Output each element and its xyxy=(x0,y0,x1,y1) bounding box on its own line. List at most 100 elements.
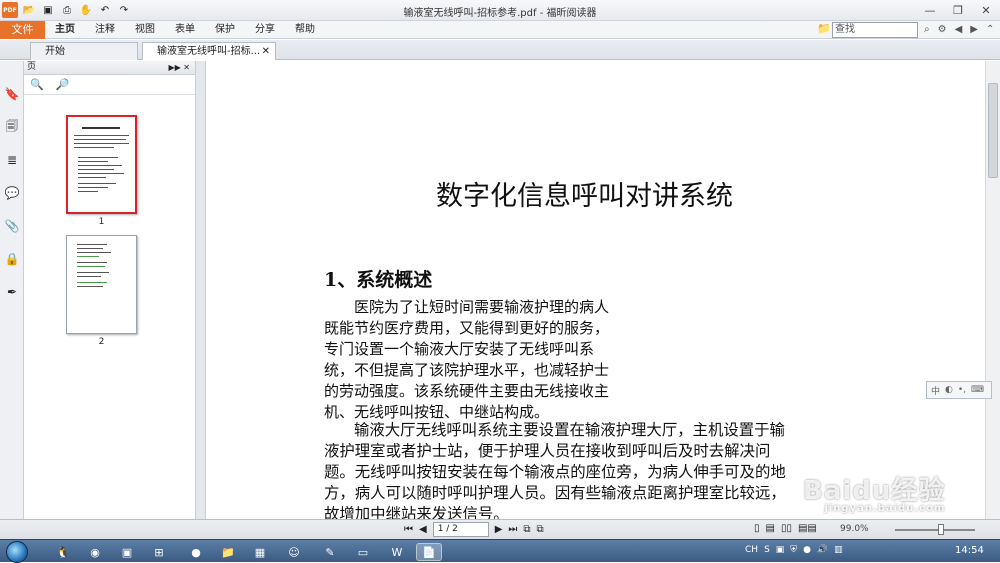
watermark-text: Baidu经验 xyxy=(803,476,946,506)
comments-icon[interactable]: 💬 xyxy=(4,185,20,201)
floating-toolbar: 中 ◐ •, ⌨ xyxy=(926,381,992,399)
signature-icon[interactable]: ✒ xyxy=(4,284,20,300)
explorer-icon[interactable]: 📁 xyxy=(215,543,241,561)
search-input[interactable]: 查找 xyxy=(832,22,918,38)
para2-line: 输液大厅无线呼叫系统主要设置在输液护理大厅，主机设置于输 xyxy=(354,421,785,439)
tab-close-icon[interactable]: ✕ xyxy=(262,43,270,60)
two-page-continuous-icon[interactable]: ▤▤ xyxy=(798,523,817,534)
ime-tray-icon[interactable]: S xyxy=(764,545,770,555)
foxit-taskbar-icon[interactable]: 📄 xyxy=(416,543,442,561)
browser-icon[interactable]: ◉ xyxy=(82,543,108,561)
tray-icon[interactable]: ● xyxy=(803,545,811,555)
baidu-watermark: Baidu经验 jingyan.baidu.com xyxy=(803,470,945,514)
window-title: 输液室无线呼叫-招标参考.pdf - 福昕阅读器 xyxy=(403,8,597,19)
foxit-reader-window: PDF 📂 ▣ ⎙ ✋ ↶ ↷ 输液室无线呼叫-招标参考.pdf - 福昕阅读器… xyxy=(0,0,1000,563)
page-thumbnail-panel: 页 ▶▶ ✕ 🔍 🔎 1 2 xyxy=(24,61,196,519)
previous-view-icon[interactable]: ⧉ xyxy=(523,524,530,535)
para2-line: 方，病人可以随时呼叫护理人员。因有些输液点距离护理室比较远， xyxy=(324,484,786,502)
qq-icon[interactable]: 🐧 xyxy=(50,543,76,561)
shrink-thumbnail-icon[interactable]: 🔎 xyxy=(56,78,70,91)
avatar-app-icon[interactable]: ☺ xyxy=(281,543,307,561)
menu-share[interactable]: 分享 xyxy=(245,21,285,39)
panel-title: 页 xyxy=(27,62,37,72)
enlarge-thumbnail-icon[interactable]: 🔍 xyxy=(30,78,44,91)
file-tab[interactable]: 文件 xyxy=(0,20,45,39)
menu-protect[interactable]: 保护 xyxy=(205,21,245,39)
media-icon[interactable]: ● xyxy=(183,543,209,561)
image-viewer-icon[interactable]: ▦ xyxy=(247,543,273,561)
navigation-icon-bar: 🔖 🗐 ≣ 💬 📎 🔒 ✒ xyxy=(0,61,24,519)
panel-collapse-icon[interactable]: ▶▶ ✕ xyxy=(168,61,190,74)
document-title: 数字化信息呼叫对讲系统 xyxy=(436,181,733,212)
close-icon[interactable]: ✕ xyxy=(972,0,1000,20)
zoom-level[interactable]: 99.0% xyxy=(840,524,869,534)
document-view: 数字化信息呼叫对讲系统 1、系统概述 医院为了让短时间需要输液护理的病人 既能节… xyxy=(206,61,985,523)
para1-line: 的劳动强度。该系统硬件主要由无线接收主 xyxy=(324,382,610,400)
attachment-icon[interactable]: 📎 xyxy=(4,218,20,234)
settings-gear-icon[interactable]: ⚙ xyxy=(938,21,947,39)
app-icon-green[interactable]: ▣ xyxy=(114,543,140,561)
layers-icon[interactable]: ≣ xyxy=(4,152,20,168)
paint-icon[interactable]: ✎ xyxy=(317,543,343,561)
start-button[interactable] xyxy=(6,541,28,563)
shield-icon[interactable]: ⛨ xyxy=(790,545,797,555)
scrollbar-thumb[interactable] xyxy=(988,83,998,178)
menu-help[interactable]: 帮助 xyxy=(285,21,325,39)
forward-icon[interactable]: ▶ xyxy=(970,21,978,39)
bookmark-icon[interactable]: 🔖 xyxy=(4,86,20,102)
lock-icon[interactable]: 🔒 xyxy=(4,251,20,267)
menu-comment[interactable]: 注释 xyxy=(85,21,125,39)
menu-home[interactable]: 主页 xyxy=(45,21,85,39)
back-icon[interactable]: ◀ xyxy=(955,21,963,39)
window-controls: — ❐ ✕ xyxy=(916,0,1000,20)
moon-icon[interactable]: ◐ xyxy=(945,385,953,395)
clock[interactable]: 14:54 xyxy=(955,545,984,556)
para1-line: 既能节约医疗费用，又能得到更好的服务， xyxy=(324,319,610,337)
prev-page-icon[interactable]: ◀ xyxy=(419,524,427,535)
last-page-icon[interactable]: ⏭ xyxy=(508,524,517,535)
find-folder-icon[interactable]: 📁 xyxy=(817,22,831,35)
para1-line: 专门设置一个输液大厅安装了无线呼叫系 xyxy=(324,340,595,358)
watermark-sub: jingyan.baidu.com xyxy=(824,503,946,514)
first-page-icon[interactable]: ⏮ xyxy=(404,524,413,535)
continuous-page-icon[interactable]: ▤ xyxy=(766,523,775,534)
zoom-slider-knob[interactable] xyxy=(938,524,944,535)
page-thumbnail-2[interactable] xyxy=(66,235,137,334)
ime-icon[interactable]: 中 xyxy=(931,384,940,397)
pages-icon[interactable]: 🗐 xyxy=(4,119,20,135)
tab-start[interactable]: 开始 xyxy=(30,42,138,60)
screen-icon[interactable]: ▭ xyxy=(350,543,376,561)
network-app-icon[interactable]: ⊞ xyxy=(146,543,172,561)
document-tabs: 开始 输液室无线呼叫-招标... ✕ xyxy=(0,40,1000,60)
page-thumbnail-1-content xyxy=(66,115,137,214)
zoom-slider[interactable] xyxy=(895,529,975,531)
paragraph-2: 输液大厅无线呼叫系统主要设置在输液护理大厅，主机设置于输 液护理室或者护士站，便… xyxy=(324,420,786,525)
page-number-input[interactable]: 1 / 2 xyxy=(432,522,489,537)
language-indicator[interactable]: CH xyxy=(745,545,758,555)
search-icon[interactable]: ⌕ xyxy=(924,21,930,39)
status-bar: ⏮ ◀ 1 / 2 ▶ ⏭ ⧉ ⧉ ▯ ▤ ▯▯ ▤▤ 99.0% xyxy=(0,519,1000,539)
next-view-icon[interactable]: ⧉ xyxy=(537,524,544,535)
tray-icon[interactable]: ▣ xyxy=(776,545,785,555)
thumbnail-number-1: 1 xyxy=(98,217,105,227)
page-navigation: ⏮ ◀ 1 / 2 ▶ ⏭ ⧉ ⧉ xyxy=(404,522,544,537)
minimize-icon[interactable]: — xyxy=(916,0,944,20)
network-icon[interactable]: ▥ xyxy=(834,545,843,555)
panel-header: 页 ▶▶ ✕ xyxy=(24,61,195,75)
vertical-scrollbar[interactable] xyxy=(985,61,1000,519)
tab-document-label: 输液室无线呼叫-招标... xyxy=(157,46,261,57)
panel-splitter[interactable] xyxy=(196,61,206,519)
menu-view[interactable]: 视图 xyxy=(125,21,165,39)
two-page-icon[interactable]: ▯▯ xyxy=(781,523,792,534)
menu-form[interactable]: 表单 xyxy=(165,21,205,39)
single-page-icon[interactable]: ▯ xyxy=(754,523,760,534)
maximize-icon[interactable]: ❐ xyxy=(944,0,972,20)
next-page-icon[interactable]: ▶ xyxy=(495,524,503,535)
keyboard-icon[interactable]: ⌨ xyxy=(971,385,984,395)
word-icon[interactable]: W xyxy=(384,543,410,561)
punctuation-icon[interactable]: •, xyxy=(958,385,966,395)
collapse-ribbon-icon[interactable]: ⌃ xyxy=(986,21,994,39)
paragraph-1: 医院为了让短时间需要输液护理的病人 既能节约医疗费用，又能得到更好的服务， 专门… xyxy=(324,297,609,423)
volume-icon[interactable]: 🔊 xyxy=(817,545,828,555)
tab-document[interactable]: 输液室无线呼叫-招标... ✕ xyxy=(142,42,276,60)
